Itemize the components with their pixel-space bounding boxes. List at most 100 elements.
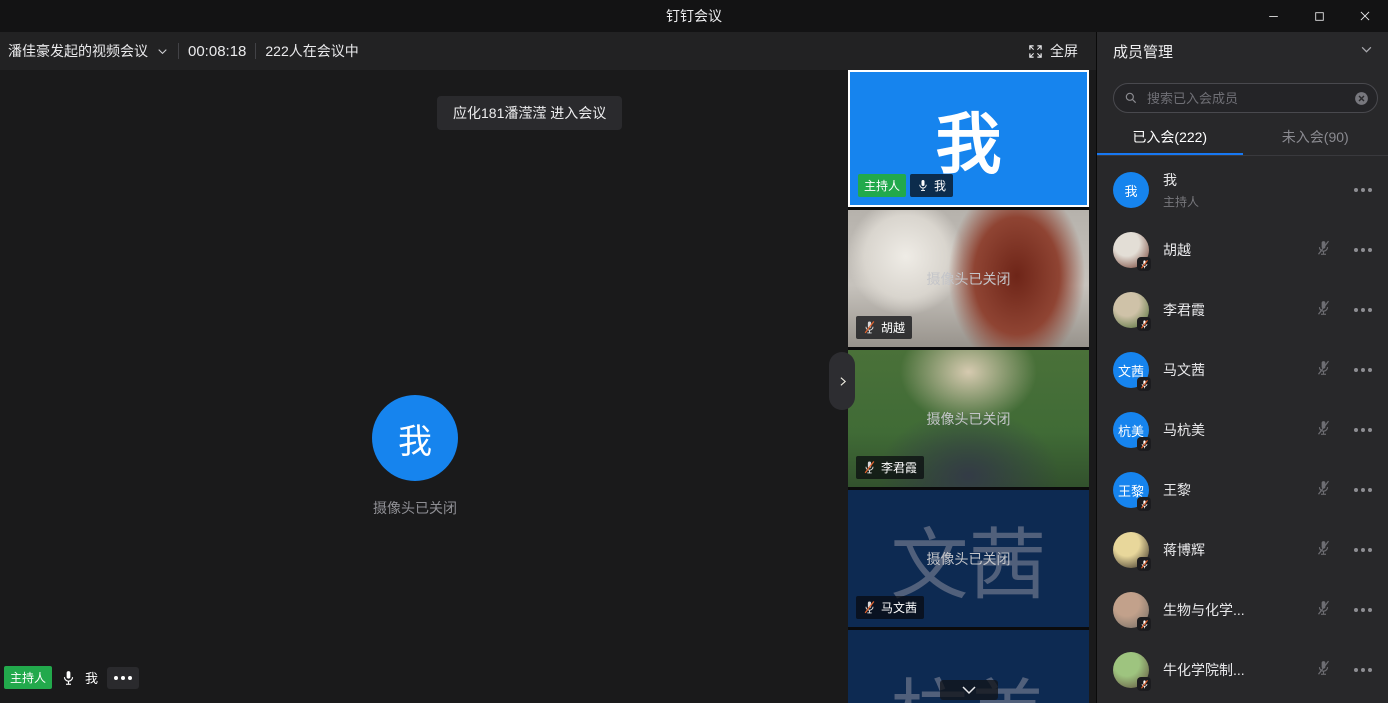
chevron-down-icon bbox=[1359, 42, 1374, 57]
minimize-button[interactable] bbox=[1250, 0, 1296, 32]
tile-camera-off-label: 摄像头已关闭 bbox=[848, 549, 1089, 569]
video-tile[interactable]: 摄像头已关闭 胡越 bbox=[848, 210, 1089, 347]
mic-muted-button[interactable] bbox=[1316, 239, 1331, 262]
member-avatar bbox=[1113, 592, 1149, 628]
member-row[interactable]: 杭美 马杭美 bbox=[1097, 400, 1388, 460]
member-name: 王黎 bbox=[1163, 480, 1191, 500]
mic-muted-button[interactable] bbox=[1316, 419, 1331, 442]
mic-muted-icon bbox=[1316, 659, 1331, 677]
meeting-info-bar: 潘佳豪发起的视频会议 00:08:18 222人在会议中 全屏 bbox=[0, 32, 1096, 70]
window-title: 钉钉会议 bbox=[0, 6, 1388, 26]
member-row[interactable]: 李君霞 bbox=[1097, 280, 1388, 340]
mic-on-icon bbox=[61, 669, 76, 687]
mic-muted-icon bbox=[1316, 419, 1331, 437]
more-options-button[interactable] bbox=[1354, 308, 1372, 312]
fullscreen-icon bbox=[1028, 44, 1043, 59]
panel-title: 成员管理 bbox=[1113, 41, 1173, 62]
member-avatar bbox=[1113, 292, 1149, 328]
mic-muted-icon bbox=[1140, 679, 1149, 690]
meeting-timer: 00:08:18 bbox=[188, 43, 246, 60]
mic-muted-mini-badge bbox=[1137, 377, 1151, 391]
member-row[interactable]: 牛化学院制... bbox=[1097, 640, 1388, 700]
search-box[interactable] bbox=[1113, 83, 1378, 113]
more-options-button[interactable] bbox=[1354, 248, 1372, 252]
member-name: 蒋博辉 bbox=[1163, 540, 1205, 560]
more-options-button[interactable] bbox=[107, 667, 139, 689]
search-icon bbox=[1124, 91, 1138, 105]
panel-collapse-button[interactable] bbox=[1359, 42, 1374, 61]
tile-badges: 李君霞 bbox=[856, 456, 924, 479]
mic-muted-button[interactable] bbox=[1316, 599, 1331, 622]
mic-muted-icon bbox=[1140, 619, 1149, 630]
tab-not-joined[interactable]: 未入会(90) bbox=[1243, 122, 1388, 155]
fullscreen-button[interactable]: 全屏 bbox=[1028, 41, 1078, 61]
video-tile[interactable]: 文茜 摄像头已关闭 马文茜 bbox=[848, 490, 1089, 627]
self-name-label: 我 bbox=[85, 668, 98, 687]
clear-search-icon[interactable] bbox=[1353, 90, 1370, 107]
tile-name-badge: 胡越 bbox=[856, 316, 912, 339]
meeting-title-dropdown[interactable]: 潘佳豪发起的视频会议 bbox=[8, 41, 169, 61]
video-tile[interactable]: 我 主持人 我 bbox=[848, 70, 1089, 207]
mic-muted-button[interactable] bbox=[1316, 299, 1331, 322]
member-row[interactable]: 胡越 bbox=[1097, 220, 1388, 280]
mic-muted-icon bbox=[863, 600, 876, 615]
collapse-strip-handle[interactable] bbox=[829, 352, 855, 410]
mic-muted-mini-badge bbox=[1137, 617, 1151, 631]
member-role: 主持人 bbox=[1163, 193, 1199, 210]
mic-muted-button[interactable] bbox=[1316, 659, 1331, 682]
self-status-badges: 主持人 我 bbox=[4, 666, 139, 689]
mic-muted-button[interactable] bbox=[1316, 359, 1331, 382]
member-row[interactable]: 王黎 王黎 bbox=[1097, 460, 1388, 520]
more-options-button[interactable] bbox=[1354, 668, 1372, 672]
join-notification-toast: 应化181潘滢滢 进入会议 bbox=[437, 96, 622, 130]
mic-muted-icon bbox=[1140, 319, 1149, 330]
member-name: 生物与化学... bbox=[1163, 600, 1245, 620]
member-row[interactable]: 我 我 主持人 bbox=[1097, 160, 1388, 220]
member-row[interactable]: 生物与化学... bbox=[1097, 580, 1388, 640]
member-name: 胡越 bbox=[1163, 240, 1191, 260]
mic-muted-icon bbox=[1316, 539, 1331, 557]
search-input[interactable] bbox=[1145, 90, 1346, 107]
video-tile[interactable]: 摄像头已关闭 李君霞 bbox=[848, 350, 1089, 487]
chevron-down-icon bbox=[960, 684, 978, 696]
mic-muted-mini-badge bbox=[1137, 317, 1151, 331]
tile-name-badge: 马文茜 bbox=[856, 596, 924, 619]
chevron-right-icon bbox=[836, 375, 849, 388]
avatar-initials: 我 bbox=[1124, 181, 1137, 200]
member-avatar: 文茜 bbox=[1113, 352, 1149, 388]
member-row[interactable]: 蒋博辉 bbox=[1097, 520, 1388, 580]
more-options-button[interactable] bbox=[1354, 188, 1372, 192]
member-name: 马杭美 bbox=[1163, 420, 1205, 440]
member-management-panel: 成员管理 已入会(222) 未入会(90) 我 我 bbox=[1096, 32, 1388, 703]
strip-scroll-down-button[interactable] bbox=[940, 680, 998, 700]
tile-badges: 胡越 bbox=[856, 316, 912, 339]
tab-joined[interactable]: 已入会(222) bbox=[1097, 122, 1243, 155]
mic-muted-icon bbox=[1140, 439, 1149, 450]
mic-muted-button[interactable] bbox=[1316, 479, 1331, 502]
meeting-title: 潘佳豪发起的视频会议 bbox=[8, 41, 148, 61]
member-tabs: 已入会(222) 未入会(90) bbox=[1097, 122, 1388, 156]
member-avatar bbox=[1113, 532, 1149, 568]
more-options-button[interactable] bbox=[1354, 608, 1372, 612]
member-list: 我 我 主持人 胡越 bbox=[1097, 156, 1388, 703]
divider bbox=[178, 43, 179, 59]
more-options-button[interactable] bbox=[1354, 548, 1372, 552]
mic-muted-icon bbox=[1140, 499, 1149, 510]
mic-muted-icon bbox=[1140, 259, 1149, 270]
member-avatar bbox=[1113, 232, 1149, 268]
more-options-button[interactable] bbox=[1354, 368, 1372, 372]
more-options-button[interactable] bbox=[1354, 428, 1372, 432]
mic-muted-mini-badge bbox=[1137, 677, 1151, 691]
participant-count: 222人在会议中 bbox=[265, 41, 358, 61]
video-strip: 我 主持人 我 摄像头已关闭 胡越 摄像头已关闭 bbox=[848, 70, 1089, 703]
mic-muted-mini-badge bbox=[1137, 437, 1151, 451]
mic-muted-icon bbox=[1316, 359, 1331, 377]
close-button[interactable] bbox=[1342, 0, 1388, 32]
maximize-button[interactable] bbox=[1296, 0, 1342, 32]
fullscreen-label: 全屏 bbox=[1050, 41, 1078, 61]
more-options-button[interactable] bbox=[1354, 488, 1372, 492]
mic-muted-button[interactable] bbox=[1316, 539, 1331, 562]
member-row[interactable]: 文茜 马文茜 bbox=[1097, 340, 1388, 400]
window-titlebar: 钉钉会议 bbox=[0, 0, 1388, 32]
mic-muted-mini-badge bbox=[1137, 557, 1151, 571]
